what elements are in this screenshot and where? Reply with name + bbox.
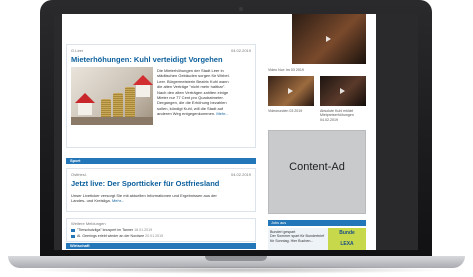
article-card-mieterhoehungen[interactable]: G.Leer 04.02.2019 Mieterhöhungen: Kuhl v… (66, 44, 256, 148)
teaser-line: anderen Weg entgegenkommen. (157, 111, 216, 117)
section-band-jobs[interactable]: Jobs aus (268, 220, 366, 226)
article-source: Ostfriesl. (71, 172, 87, 177)
laptop-notch (205, 256, 267, 261)
screen-gutter (376, 14, 418, 250)
video-thumbnail[interactable] (320, 76, 366, 106)
promo-line: für Sonntag. Hier Buchen... (270, 238, 314, 243)
main-column: G.Leer 04.02.2019 Mieterhöhungen: Kuhl v… (66, 14, 256, 250)
screen-bezel-strip (54, 14, 62, 250)
play-icon[interactable] (326, 36, 331, 42)
more-link[interactable]: Mehr... (112, 198, 124, 203)
house-body (136, 85, 150, 97)
article-teaser: Unser Liveticker versorgt Sie mit aktuel… (71, 193, 253, 204)
play-icon[interactable] (340, 88, 345, 94)
camera-icon (239, 7, 243, 11)
video-caption: Videorunden 03 2019 (268, 109, 303, 113)
article-date: 04.02.2019 (230, 48, 251, 53)
promo-text: Bunderl gespart Der Sommer spart für Bun… (270, 230, 324, 243)
section-band-sport[interactable]: Sport (66, 158, 256, 164)
section-band-wirtschaft[interactable]: Wirtschaft (66, 243, 256, 249)
sidebar-column: Video Nur: Im 03 2019 Videorunden 03 201… (264, 14, 370, 250)
article-headline[interactable]: Jetzt live: Der Sportticker für Ostfries… (71, 179, 251, 188)
table-surface (71, 117, 153, 125)
further-news-text: "Tierschutzliga" knuspert im Tanner (77, 228, 134, 232)
list-bullet-icon (71, 228, 75, 232)
coin-stack (125, 87, 135, 119)
more-link[interactable]: Mehr... (216, 111, 228, 116)
video-thumbnail[interactable] (292, 14, 366, 64)
house-icon (75, 93, 95, 103)
content-ad[interactable]: Content-Ad (268, 130, 366, 214)
play-icon[interactable] (288, 88, 293, 94)
further-news-date: 20.01.2019 (145, 234, 164, 238)
video-caption: Video Nur: Im 03 2019 (268, 68, 304, 72)
video-thumbnail[interactable] (268, 76, 314, 106)
content-ad-label: Content-Ad (289, 161, 345, 173)
coin-stack (113, 93, 123, 119)
promo-logo-line: Bunde (339, 230, 355, 236)
house-icon (133, 75, 153, 85)
promo-box[interactable]: Bunderl gespart Der Sommer spart für Bun… (268, 228, 366, 250)
article-meta: Ostfriesl. 04.02.2019 (71, 172, 251, 177)
teaser-line: Landes- und Kreisliga. (71, 198, 111, 204)
further-news-box: Weitere Meldungen "Tierschutzliga" knusp… (66, 218, 256, 242)
caption-line: 04.02.2019 (320, 117, 338, 122)
article-photo[interactable] (71, 67, 153, 125)
coin-stack (101, 99, 111, 119)
promo-logo[interactable]: Bunde LEXA (328, 228, 366, 250)
browser-screen: G.Leer 04.02.2019 Mieterhöhungen: Kuhl v… (54, 14, 418, 250)
laptop-shadow (24, 266, 449, 274)
article-date: 04.02.2019 (230, 172, 251, 177)
article-teaser: Die Mieterhöhungen der Stadt Leer in stä… (157, 68, 253, 117)
list-bullet-icon (71, 234, 75, 238)
video-caption: Absolute Kuhl erklärt Mietpreiserhöhunge… (320, 109, 354, 122)
article-source: G.Leer (71, 48, 84, 53)
further-news-date: 18.01.2019 (134, 228, 153, 232)
article-card-sportticker[interactable]: Ostfriesl. 04.02.2019 Jetzt live: Der Sp… (66, 168, 256, 212)
further-news-heading: Weitere Meldungen (71, 221, 106, 226)
further-news-text: Al. Geerings erlebt wieder an der Nordse… (77, 234, 145, 238)
article-meta: G.Leer 04.02.2019 (71, 48, 251, 53)
house-body (78, 103, 92, 115)
further-news-item[interactable]: "Tierschutzliga" knuspert im Tanner 18.0… (71, 228, 152, 232)
article-headline[interactable]: Mieterhöhungen: Kuhl verteidigt Vorgehen (71, 55, 251, 64)
further-news-item[interactable]: Al. Geerings erlebt wieder an der Nordse… (71, 234, 163, 238)
promo-logo-line: LEXA (340, 241, 354, 247)
